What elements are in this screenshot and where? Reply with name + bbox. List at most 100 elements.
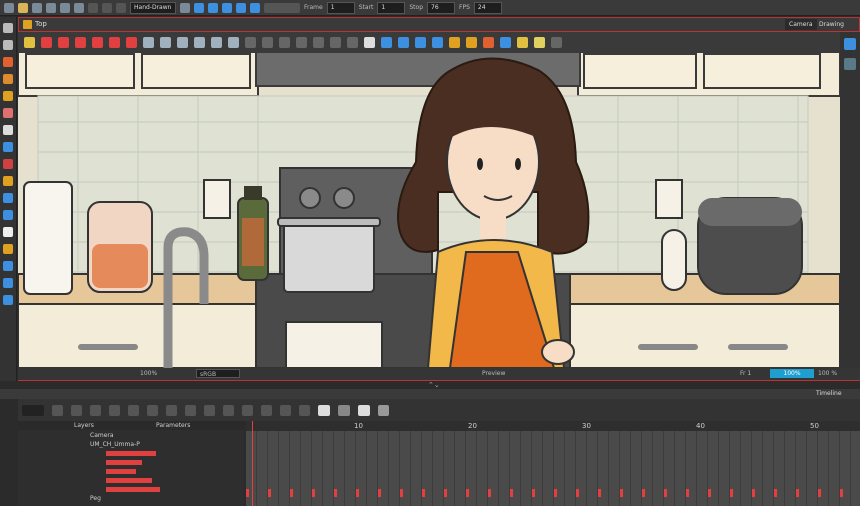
mirror-icon[interactable] — [313, 36, 324, 48]
crop-tool-icon[interactable] — [3, 261, 13, 271]
delete-frame-icon[interactable] — [166, 404, 177, 416]
ease-icon[interactable] — [128, 404, 139, 416]
add-keyframe-icon[interactable] — [52, 404, 63, 416]
playback-speed-slider[interactable] — [264, 2, 300, 13]
contour-editor-icon[interactable] — [3, 40, 13, 50]
timeline-tab[interactable]: Timeline — [816, 390, 842, 397]
onion-skin-icon[interactable] — [41, 36, 52, 48]
insert-frame-icon[interactable] — [147, 404, 158, 416]
abc-icon[interactable] — [378, 404, 389, 416]
layer-row[interactable] — [18, 458, 244, 467]
cutter-tool-icon[interactable] — [3, 193, 13, 203]
lock-icon[interactable] — [449, 36, 460, 48]
collapse-arrows-icon[interactable]: ⌃⌄ — [428, 381, 440, 389]
motion-keyframe-icon[interactable] — [90, 404, 101, 416]
save-icon[interactable] — [32, 2, 42, 13]
field-guide-icon[interactable] — [415, 36, 426, 48]
brush-tool-icon[interactable] — [3, 57, 13, 67]
view-page-icon[interactable] — [358, 404, 370, 416]
render-settings-icon[interactable] — [180, 2, 190, 13]
eraser-tool-icon[interactable] — [3, 108, 13, 118]
layer-row[interactable] — [18, 467, 244, 476]
export-icon[interactable] — [60, 2, 70, 13]
color-space-select[interactable]: sRGB — [196, 369, 240, 378]
colour-panel-icon[interactable] — [844, 38, 856, 50]
layer-row[interactable] — [18, 476, 244, 485]
frame-field[interactable]: 1 — [326, 1, 355, 14]
add-onion-icon[interactable] — [109, 36, 120, 48]
scene-length-icon[interactable] — [299, 404, 310, 416]
layer-row[interactable] — [18, 449, 244, 458]
zoom-field[interactable]: 100% — [770, 369, 814, 378]
render-mode-select[interactable]: Hand-Drawn — [130, 1, 176, 14]
onion-timeline-icon[interactable] — [261, 404, 272, 416]
new-scene-icon[interactable] — [4, 2, 14, 13]
layer-row[interactable] — [18, 485, 244, 494]
zoom-level[interactable]: 100% — [140, 370, 157, 377]
layer-row-umma[interactable]: UM_CH_Umma-P — [18, 440, 244, 449]
panel-splitter[interactable]: ⌃⌄ — [0, 381, 860, 389]
shape-tool-3-icon[interactable] — [177, 36, 188, 48]
settings-gear-icon[interactable] — [364, 36, 375, 48]
tab-drawing[interactable]: Drawing — [815, 19, 848, 30]
tab-camera[interactable]: Camera — [785, 19, 817, 30]
pencil-tool-icon[interactable] — [3, 74, 13, 84]
sound-icon[interactable] — [236, 2, 246, 13]
shape-tool-6-icon[interactable] — [228, 36, 239, 48]
node-view-icon[interactable] — [844, 58, 856, 70]
more-tools-icon[interactable] — [551, 36, 562, 48]
view-single-icon[interactable] — [318, 404, 330, 416]
light-table-icon[interactable] — [24, 36, 35, 48]
optimize-icon[interactable] — [347, 36, 358, 48]
unlock-icon[interactable] — [466, 36, 477, 48]
view-grid-icon[interactable] — [338, 404, 350, 416]
frame-grid[interactable]: 10 20 30 40 50 — [246, 421, 860, 506]
play-selection-icon[interactable] — [208, 2, 218, 13]
grid-icon[interactable] — [381, 36, 392, 48]
hand-tool-icon[interactable] — [3, 227, 13, 237]
text-tool-icon[interactable] — [3, 125, 13, 135]
flip-h-icon[interactable] — [245, 36, 256, 48]
loop-icon[interactable] — [222, 2, 232, 13]
show-strokes-icon[interactable] — [500, 36, 511, 48]
home-icon[interactable] — [23, 20, 32, 29]
onion-markers-icon[interactable] — [126, 36, 137, 48]
layer-properties-icon[interactable] — [280, 404, 291, 416]
shape-tool-4-icon[interactable] — [194, 36, 205, 48]
rotate-ccw-icon[interactable] — [296, 36, 307, 48]
import-icon[interactable] — [74, 2, 84, 13]
layer-menu-button[interactable] — [22, 404, 44, 416]
morph-tool-icon[interactable] — [3, 278, 13, 288]
safe-area-icon[interactable] — [398, 36, 409, 48]
play-icon[interactable] — [194, 2, 204, 13]
rotate-cw-icon[interactable] — [279, 36, 290, 48]
camera-mask-icon[interactable] — [432, 36, 443, 48]
reduce-onion-icon[interactable] — [92, 36, 103, 48]
paint-bucket-icon[interactable] — [3, 176, 13, 186]
shape-tool-5-icon[interactable] — [211, 36, 222, 48]
select-tool-icon[interactable] — [3, 23, 13, 33]
redo-icon[interactable] — [102, 2, 112, 13]
zoom-tool-icon[interactable] — [3, 295, 13, 305]
egg-icon[interactable] — [534, 36, 545, 48]
transform-tool-icon[interactable] — [3, 210, 13, 220]
camera-view-canvas[interactable] — [18, 52, 840, 368]
light-bulb-icon[interactable] — [517, 36, 528, 48]
dropper-tool-icon[interactable] — [3, 159, 13, 169]
cut-icon[interactable] — [116, 2, 126, 13]
fps-field[interactable]: 24 — [473, 1, 502, 14]
remove-keyframe-icon[interactable] — [71, 404, 82, 416]
duplicate-drawing-icon[interactable] — [223, 404, 234, 416]
paint-tool-icon[interactable] — [3, 91, 13, 101]
layer-row-camera[interactable]: Camera — [18, 431, 244, 440]
sound-scrub-icon[interactable] — [250, 2, 260, 13]
frame-ruler[interactable]: 10 20 30 40 50 — [246, 421, 860, 431]
blank-cell-icon[interactable] — [204, 404, 215, 416]
shape-tool-2-icon[interactable] — [160, 36, 171, 48]
brush-preset-icon[interactable] — [483, 36, 494, 48]
bone-tool-icon[interactable] — [3, 244, 13, 254]
rectangle-tool-icon[interactable] — [3, 142, 13, 152]
flip-v-icon[interactable] — [262, 36, 273, 48]
shape-tool-1-icon[interactable] — [143, 36, 154, 48]
open-folder-icon[interactable] — [18, 2, 28, 13]
